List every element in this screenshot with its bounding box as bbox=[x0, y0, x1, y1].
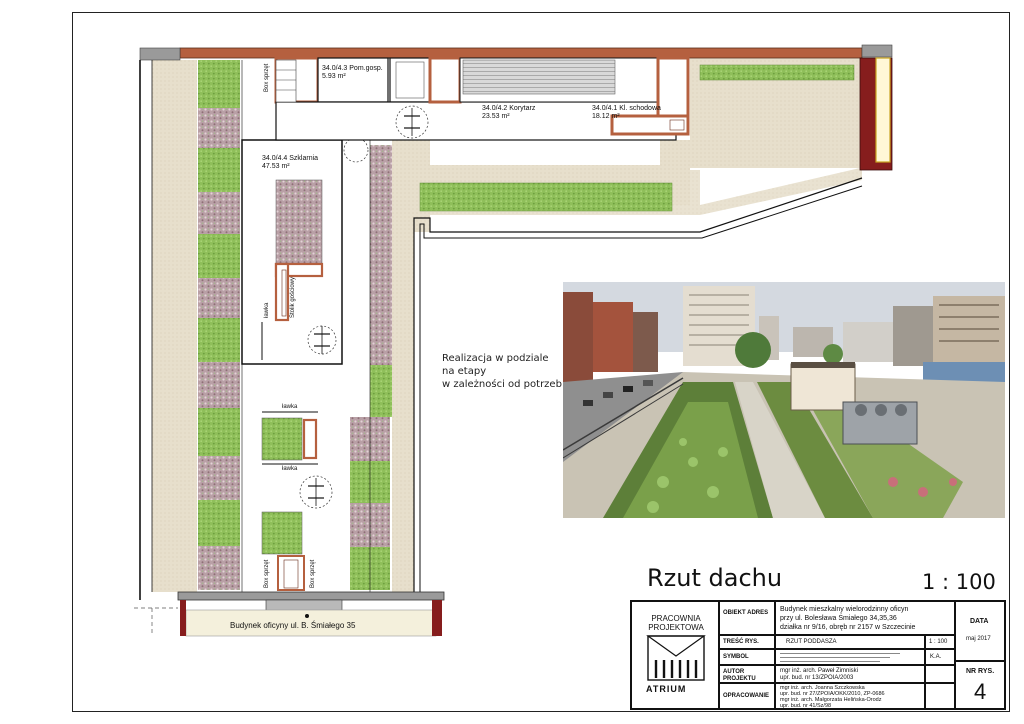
date-cell: DATA maj 2017 bbox=[955, 601, 1005, 661]
sheet-number: 4 bbox=[974, 679, 987, 704]
lower-door bbox=[299, 475, 333, 509]
room-label-korytarz: 34.0/4.2 Korytarz 23.53 m² bbox=[482, 105, 536, 120]
atrium-logo-icon bbox=[646, 635, 706, 681]
office-cell: PRACOWNIA PROJEKTOWA ATRIUM bbox=[631, 601, 719, 709]
right-frame-inner bbox=[875, 57, 891, 163]
storage-box-top bbox=[275, 59, 297, 103]
neighbor-wall-left bbox=[180, 600, 186, 636]
label-bench-greenhouse: ławka bbox=[264, 302, 270, 318]
title-block: PRACOWNIA PROJEKTOWA ATRIUM OBIEKT ADRES… bbox=[630, 600, 1006, 710]
label-store-bottom-right: Box sprzęt bbox=[310, 559, 316, 588]
prep-sign-cell bbox=[925, 683, 955, 709]
lower-bed-1 bbox=[261, 411, 318, 465]
label-store-top: Box sprzęt bbox=[264, 63, 270, 92]
office-name: PRACOWNIA PROJEKTOWA bbox=[648, 614, 704, 632]
label-bench-upper: ławka bbox=[282, 404, 298, 410]
neighbor-wall-right bbox=[432, 600, 442, 636]
prep-value-cell: mgr inż. arch. Joanna Szczkowska upr. bu… bbox=[775, 683, 925, 709]
prep-label-cell: OPRACOWANIE bbox=[719, 683, 775, 709]
symbol-label-cell: SYMBOL bbox=[719, 649, 775, 665]
drawing-title: Rzut dachu bbox=[647, 564, 783, 592]
room-label-szklarnia: 34.0/4.4 Szklarnia 47.53 m² bbox=[262, 155, 319, 170]
drawing-scale: 1 : 100 bbox=[922, 570, 996, 594]
bottom-parapet bbox=[177, 591, 445, 601]
author-value-cell: mgr inż. arch. Paweł Zimniski upr. bud. … bbox=[775, 665, 925, 683]
top-parapet-left bbox=[139, 47, 181, 61]
axis-marker bbox=[305, 614, 309, 618]
rooftop-garden-photo bbox=[563, 282, 1005, 518]
storage-box-bottom bbox=[277, 555, 305, 591]
author-label-cell: AUTOR PROJEKTU bbox=[719, 665, 775, 683]
grass-lane-mid bbox=[419, 182, 673, 212]
content-label-cell: TREŚĆ RYS. bbox=[719, 635, 775, 649]
object-value-cell: Budynek mieszkalny wielorodzinny oficyn … bbox=[775, 601, 955, 635]
room-label-kl-schodowa: 34.0/4.1 Kl. schodowa 18.12 m² bbox=[592, 105, 661, 120]
content-value-cell: RZUT PODDASZA bbox=[775, 635, 925, 649]
stage-note: Realizacja w podziale na etapy w zależno… bbox=[442, 353, 562, 390]
terrace-strip-right bbox=[392, 140, 414, 592]
terrace-strip-left bbox=[152, 60, 197, 592]
atrium-logo-text: ATRIUM bbox=[646, 684, 687, 694]
symbol-code-cell: K.A. bbox=[925, 649, 955, 665]
planter-column-right bbox=[350, 145, 392, 590]
neighbor-building-label: Budynek oficyny ul. B. Śmiałego 35 bbox=[230, 621, 356, 630]
top-parapet-right bbox=[861, 44, 893, 58]
label-bench-lower: ławka bbox=[282, 466, 298, 472]
lower-bed-2 bbox=[261, 511, 303, 555]
object-label-cell: OBIEKT ADRES bbox=[719, 601, 775, 635]
symbol-value-cell bbox=[775, 649, 925, 665]
path-door-top bbox=[343, 137, 369, 163]
label-store-bottom-left: Box sprzęt bbox=[264, 559, 270, 588]
grass-lane-top bbox=[699, 64, 855, 81]
content-scale-cell: 1 : 100 bbox=[925, 635, 955, 649]
greenhouse-bed bbox=[275, 179, 323, 265]
room-label-pom-gosp: 34.0/4.3 Pom.gosp. 5.93 m² bbox=[322, 65, 383, 80]
sheet-number-cell: NR RYS. 4 bbox=[955, 661, 1005, 709]
author-sign-cell bbox=[925, 665, 955, 683]
planter-column-left bbox=[198, 60, 240, 590]
label-guest-table: Stolik gościowy bbox=[290, 276, 296, 318]
